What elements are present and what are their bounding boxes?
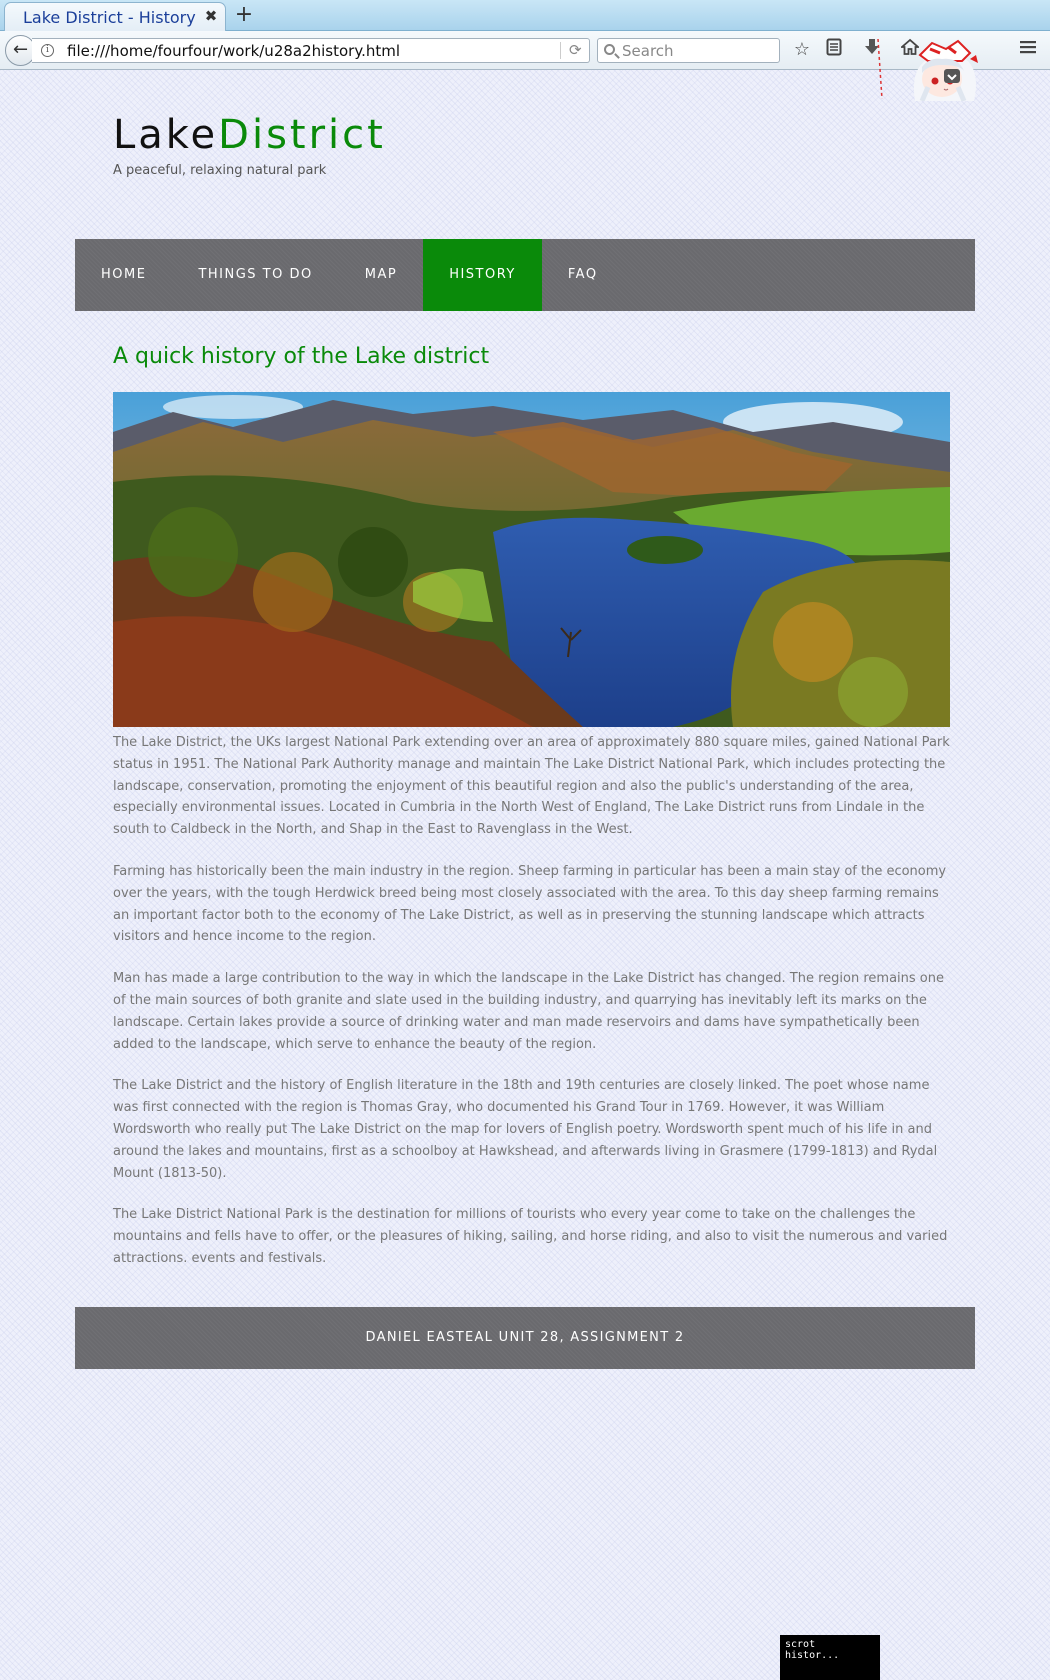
- nav-item-faq[interactable]: FAQ: [542, 239, 624, 311]
- page-footer: DANIEL EASTEAL UNIT 28, ASSIGNMENT 2: [75, 1307, 975, 1369]
- search-icon: [604, 44, 615, 55]
- nav-item-home[interactable]: HOME: [75, 239, 172, 311]
- reading-list-icon[interactable]: [822, 38, 846, 62]
- site-title-district: District: [218, 112, 386, 158]
- menu-icon[interactable]: [1016, 38, 1040, 62]
- article-paragraph: The Lake District and the history of Eng…: [113, 1078, 938, 1181]
- article-paragraph: Farming has historically been the main i…: [113, 863, 947, 945]
- article-paragraph: Man has made a large contribution to the…: [113, 971, 944, 1052]
- url-text: file:///home/fourfour/work/u28a2history.…: [67, 42, 401, 60]
- site-tagline: A peaceful, relaxing natural park: [113, 163, 327, 178]
- info-icon[interactable]: i: [41, 44, 54, 57]
- bookmark-star-icon[interactable]: ☆: [790, 38, 814, 62]
- nav-item-map[interactable]: MAP: [339, 239, 423, 311]
- close-tab-icon[interactable]: ✖: [203, 8, 219, 24]
- browser-tab-strip: Lake District - History ✖ +: [0, 0, 1050, 31]
- tab-title: Lake District - History: [23, 8, 196, 27]
- site-title-lake: Lake: [113, 112, 219, 158]
- reload-icon[interactable]: ⟳: [560, 42, 582, 59]
- main-nav: HOME THINGS TO DO MAP HISTORY FAQ: [75, 239, 975, 311]
- site-title: LakeDistrict: [113, 112, 386, 158]
- nav-item-things-to-do[interactable]: THINGS TO DO: [172, 239, 338, 311]
- url-bar[interactable]: i file:///home/fourfour/work/u28a2histor…: [32, 38, 590, 63]
- search-input[interactable]: Search: [597, 38, 780, 63]
- new-tab-button[interactable]: +: [234, 4, 254, 26]
- browser-tab[interactable]: Lake District - History ✖: [4, 2, 226, 31]
- article-paragraph: The Lake District, the UKs largest Natio…: [113, 735, 950, 838]
- search-placeholder: Search: [622, 42, 674, 60]
- article-paragraph: The Lake District National Park is the d…: [113, 1207, 948, 1266]
- taskbar-window-button[interactable]: scrot histor...: [780, 1635, 880, 1680]
- page-title: A quick history of the Lake district: [113, 344, 490, 369]
- nav-item-history[interactable]: HISTORY: [423, 239, 542, 311]
- browser-toolbar: ← i file:///home/fourfour/work/u28a2hist…: [0, 31, 1050, 101]
- history-article: The Lake District, the UKs largest Natio…: [113, 732, 953, 1290]
- theme-mascot-image: [877, 39, 978, 101]
- lake-district-landscape-image: [113, 392, 950, 727]
